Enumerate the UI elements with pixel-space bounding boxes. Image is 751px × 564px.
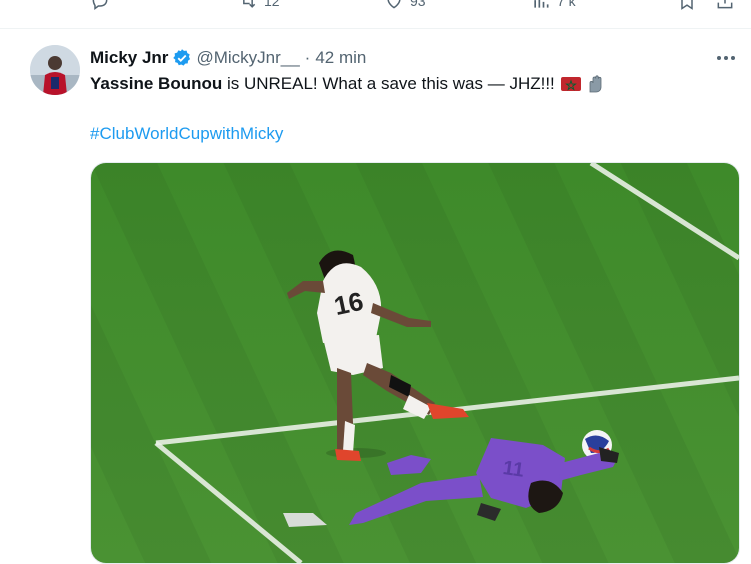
- reply-button[interactable]: [90, 0, 116, 11]
- tweet-text: Yassine Bounou is UNREAL! What a save th…: [90, 74, 606, 94]
- hashtag-link[interactable]: #ClubWorldCupwithMicky: [90, 124, 283, 144]
- separator: ·: [304, 48, 311, 67]
- author-name[interactable]: Micky Jnr: [90, 48, 168, 68]
- svg-text:11: 11: [501, 457, 525, 482]
- heart-icon: [387, 0, 401, 9]
- tweet-divider: [0, 28, 751, 29]
- bookmark-button[interactable]: [677, 0, 697, 11]
- repost-button[interactable]: 12: [238, 0, 280, 11]
- football-save-photo: 16 11: [91, 163, 739, 563]
- views-button[interactable]: 7 k: [531, 0, 576, 11]
- author-handle[interactable]: @MickyJnr__: [196, 48, 299, 68]
- tweet-media-image[interactable]: 16 11: [90, 162, 740, 564]
- tweet-header: Micky Jnr @MickyJnr__ · 42 min: [90, 48, 366, 68]
- morocco-flag-icon: [560, 77, 581, 91]
- goalkeeper-gloves-icon: [589, 75, 602, 93]
- like-button[interactable]: 93: [384, 0, 426, 11]
- share-button[interactable]: [715, 0, 735, 11]
- avatar-image: [30, 45, 80, 95]
- repost-icon: [243, 0, 256, 8]
- more-icon[interactable]: [714, 48, 738, 68]
- like-count: 93: [410, 0, 426, 9]
- verified-badge-icon: [173, 49, 191, 66]
- bookmark-icon: [681, 0, 693, 10]
- avatar[interactable]: [30, 45, 80, 95]
- reply-icon: [92, 0, 108, 10]
- views-icon: [534, 0, 549, 8]
- tweet-time[interactable]: 42 min: [315, 48, 366, 68]
- repost-count: 12: [264, 0, 280, 9]
- tweet-text-bold: Yassine Bounou: [90, 74, 223, 93]
- tweet-text-rest: is UNREAL! What a save this was — JHZ!!!: [222, 74, 555, 93]
- previous-tweet-actions: 12 93 7 k: [0, 0, 751, 18]
- views-count: 7 k: [557, 0, 576, 9]
- share-icon: [717, 0, 733, 9]
- shirt-number: 16: [331, 286, 366, 321]
